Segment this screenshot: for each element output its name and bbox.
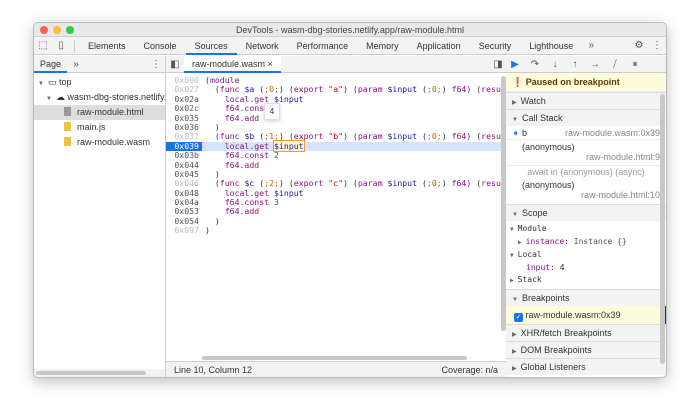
scope-local[interactable]: ▼ Local [510,249,662,262]
deactivate-breakpoints-icon[interactable]: ⧸ [606,59,624,70]
navigator-panel: Page » ⋮ ▼ ▭ top ▼ ☁ wasm-dbg-stories.netl… [34,56,166,377]
more-tabs-icon[interactable]: » [582,40,600,51]
line-code: ) [205,225,210,236]
sidebar-scrollbar[interactable] [660,94,665,364]
code-lines[interactable]: 0x000 (module 0x027 (func $a (;0;) (export… [166,73,507,361]
step-icon[interactable]: → [586,59,604,70]
window-title: DevTools - wasm-dbg-stories.netlify.app/… [236,25,464,35]
dom-breakpoints-section[interactable]: ▶ DOM Breakpoints [506,341,666,358]
call-frame[interactable]: (anonymous) raw-module.html:9 [506,140,666,166]
debugger-sidebar: ▶ ↷ ↓ ↑ → ⧸ ⏸ ❗ Paused on breakpoint ▶ Wa… [506,56,666,377]
more-menu-icon[interactable]: ⋮ [648,40,666,51]
async-separator: await in (anonymous) (async) [527,167,645,177]
tab-sources[interactable]: Sources [185,37,237,55]
step-into-icon[interactable]: ↓ [546,59,564,70]
title-bar: DevTools - wasm-dbg-stories.netlify.app/… [34,23,666,37]
line-address[interactable]: 0x097 [166,225,202,235]
settings-gear-icon[interactable]: ⚙ [630,40,648,51]
scope-module[interactable]: ▼ Module [510,223,662,236]
breakpoint-checkbox[interactable]: ✓ [514,313,523,322]
call-stack-section[interactable]: ▼ Call Stack [506,109,666,126]
main-tabs: ⬚ ▯ Elements Console Sources Network Per… [34,37,666,55]
call-frame[interactable]: (anonymous) raw-module.html:10 [506,178,666,204]
tree-item-domain[interactable]: ▼☁ wasm-dbg-stories.netlify.app [34,90,165,105]
file-icon [64,122,71,131]
scope-section[interactable]: ▼ Scope [506,204,666,221]
navigator-menu-icon[interactable]: ⋮ [147,59,165,70]
file-icon [64,107,71,116]
step-over-icon[interactable]: ↷ [526,59,544,70]
tree-item-top[interactable]: ▼ ▭ top [34,75,165,90]
tab-performance[interactable]: Performance [288,37,358,55]
maximize-button[interactable] [66,26,74,34]
xhr-breakpoints-section[interactable]: ▶ XHR/fetch Breakpoints [506,324,666,341]
tab-lighthouse[interactable]: Lighthouse [520,37,582,55]
cursor-position: Line 10, Column 12 [174,365,253,375]
call-frame[interactable]: ➧ b raw-module.wasm:0x39 [506,126,666,140]
breakpoint-item[interactable]: ✓ raw-module.wasm:0x39 [506,306,666,324]
tree-item-raw-module-html[interactable]: raw-module.html [34,105,165,120]
toggle-navigator-icon[interactable]: ◧ [166,59,184,70]
line-code: f64.add [224,206,260,217]
code-editor: ◧ raw-module.wasm × ◨ 0x000 (module 0x027 … [166,55,508,361]
coverage-status[interactable]: Coverage: n/a [441,362,498,377]
info-icon: ❗ [512,77,524,87]
tab-page[interactable]: Page [34,56,68,73]
paused-banner: ❗ Paused on breakpoint [506,73,666,92]
breakpoints-section[interactable]: ▼ Breakpoints [506,289,666,306]
watch-section[interactable]: ▶ Watch [506,92,666,109]
current-frame-arrow-icon: ➧ [512,128,520,138]
pause-on-exceptions-icon[interactable]: ⏸ [626,59,644,70]
close-button[interactable] [40,26,48,34]
tab-application[interactable]: Application [408,37,470,55]
more-tabs-icon[interactable]: » [67,59,85,70]
file-tab-raw-module-wasm[interactable]: raw-module.wasm × [184,55,281,73]
devtools-window: DevTools - wasm-dbg-stories.netlify.app/… [33,22,667,378]
code-line[interactable]: 0x054 ) [166,216,507,226]
cloud-icon: ☁ [55,92,68,102]
frame-icon: ▭ [47,77,59,87]
tree-item-raw-module-wasm[interactable]: raw-module.wasm [34,135,165,150]
global-listeners-section[interactable]: ▶ Global Listeners [506,358,666,375]
tab-security[interactable]: Security [470,37,521,55]
minimize-button[interactable] [53,26,61,34]
scope-stack[interactable]: ▶ Stack [510,274,662,287]
device-toolbar-icon[interactable]: ▯ [52,40,70,51]
resume-icon[interactable]: ▶ [506,59,524,70]
tab-console[interactable]: Console [135,37,186,55]
close-tab-icon[interactable]: × [268,59,273,69]
toggle-debugger-icon[interactable]: ◨ [489,59,507,70]
tab-network[interactable]: Network [237,37,288,55]
code-line[interactable]: 0x097) [166,225,507,236]
file-icon [64,137,71,146]
step-out-icon[interactable]: ↑ [566,59,584,70]
value-tooltip: 4 [264,103,280,120]
status-bar: Line 10, Column 12 Coverage: n/a [166,361,506,377]
tree-item-main-js[interactable]: main.js [34,120,165,135]
scope-input[interactable]: input: 4 [510,262,662,274]
tab-memory[interactable]: Memory [357,37,408,55]
scope-instance[interactable]: ▶ instance: Instance {} [510,236,662,249]
tab-elements[interactable]: Elements [79,37,135,55]
navigator-scrollbar[interactable] [34,369,165,377]
inspect-icon[interactable]: ⬚ [34,40,52,51]
editor-horizontal-scrollbar[interactable] [202,356,467,360]
